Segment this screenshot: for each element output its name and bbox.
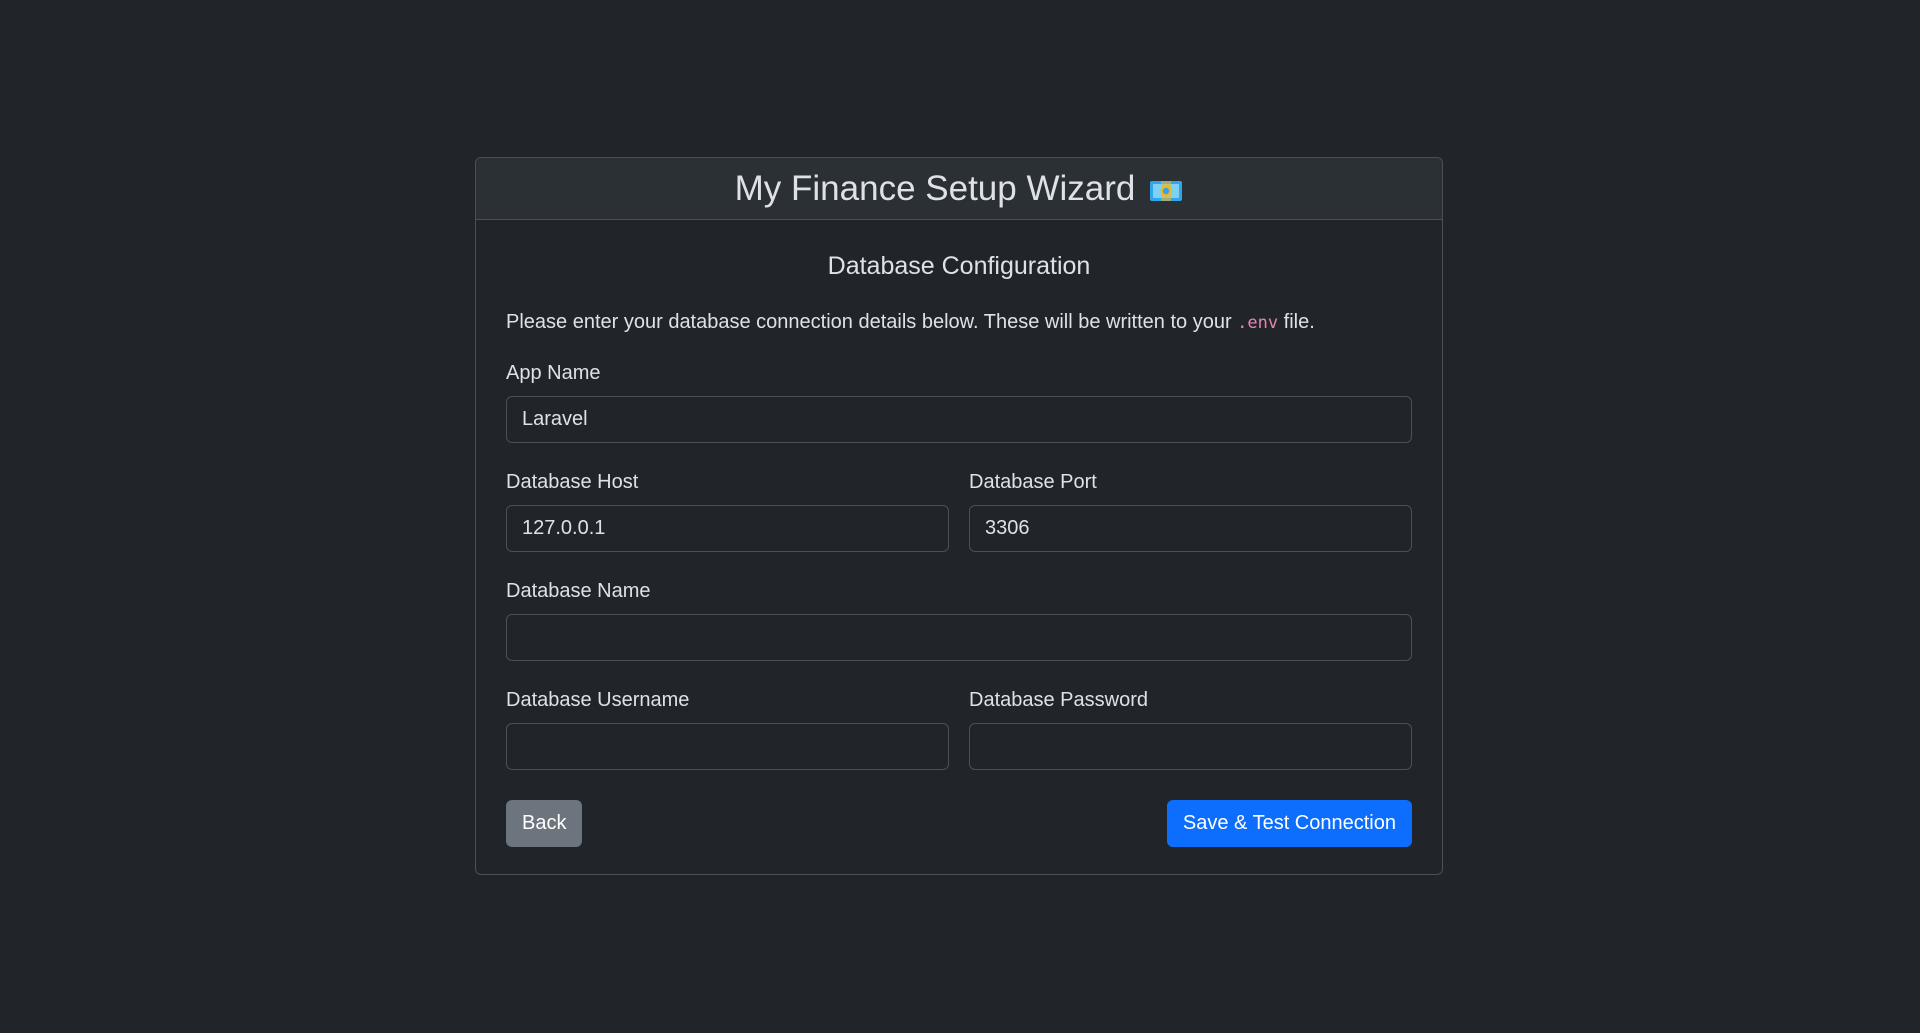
setup-wizard-card: My Finance Setup Wizard Database Configu… — [475, 157, 1443, 875]
db-host-label: Database Host — [506, 471, 639, 493]
intro-text: Please enter your database connection de… — [506, 310, 1412, 334]
back-button[interactable]: Back — [506, 800, 583, 847]
card-header: My Finance Setup Wizard — [476, 158, 1442, 220]
section-title: Database Configuration — [827, 252, 1091, 280]
db-name-label: Database Name — [506, 580, 651, 602]
db-username-group: Database Username — [506, 688, 949, 770]
form-actions: Back Save & Test Connection — [506, 800, 1412, 847]
db-host-group: Database Host — [506, 470, 949, 552]
env-filename: .env — [1237, 313, 1279, 333]
db-password-input[interactable] — [969, 723, 1412, 770]
db-port-label: Database Port — [969, 471, 1097, 493]
save-test-connection-button[interactable]: Save & Test Connection — [1166, 800, 1412, 847]
card-body: Database Configuration Please enter your… — [476, 250, 1442, 847]
page-title: My Finance Setup Wizard — [734, 168, 1136, 208]
db-host-input[interactable] — [506, 505, 949, 552]
db-password-label: Database Password — [969, 689, 1148, 711]
db-password-group: Database Password — [969, 688, 1412, 770]
app-name-label: App Name — [506, 362, 601, 384]
db-port-input[interactable] — [969, 505, 1412, 552]
db-port-group: Database Port — [969, 470, 1412, 552]
app-name-group: App Name — [506, 361, 1412, 443]
db-username-label: Database Username — [506, 689, 690, 711]
credentials-row: Database Username Database Password — [506, 688, 1412, 770]
money-icon — [1149, 179, 1183, 203]
app-name-input[interactable] — [506, 396, 1412, 443]
host-port-row: Database Host Database Port — [506, 470, 1412, 552]
db-name-group: Database Name — [506, 579, 1412, 661]
db-username-input[interactable] — [506, 723, 949, 770]
intro-text-before: Please enter your database connection de… — [506, 311, 1238, 333]
db-name-input[interactable] — [506, 614, 1412, 661]
intro-text-after: file. — [1278, 311, 1315, 333]
